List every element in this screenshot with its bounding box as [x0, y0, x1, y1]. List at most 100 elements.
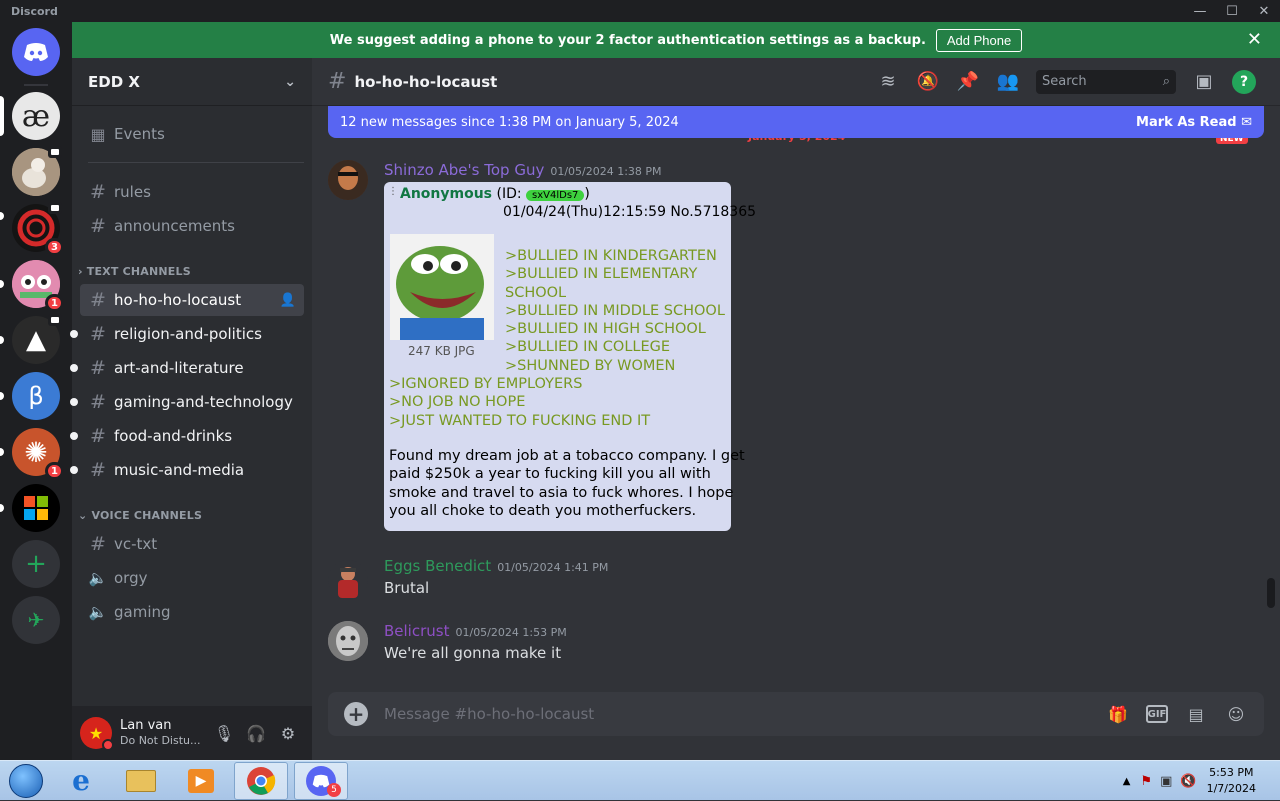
network-icon[interactable]: ▣ [1160, 774, 1172, 789]
author-name[interactable]: Shinzo Abe's Top Guy [384, 161, 544, 179]
speaker-icon: 🔈 [88, 569, 108, 587]
member-list-icon[interactable]: 👥 [996, 70, 1020, 94]
server-ae[interactable]: æ [12, 92, 60, 140]
greentext-post-image[interactable]: ⋮ Anonymous (ID: sxV4lDs7) 01/04/24(Thu)… [384, 182, 756, 531]
greentext-line: >BULLIED IN HIGH SCHOOL [505, 321, 706, 338]
microphone-icon[interactable]: 🎙 [208, 717, 240, 749]
id-label: (ID: [496, 186, 527, 202]
channel-rules[interactable]: # rules [80, 176, 304, 208]
channel-sidebar: EDD X ⌄ ▦ Events # rules # announcements ›… [70, 58, 312, 760]
mark-as-read-label: Mark As Read [1136, 114, 1237, 130]
channel-art-and-literature[interactable]: # art-and-literature [70, 352, 304, 384]
add-server-button[interactable]: + [12, 540, 60, 588]
server-beta[interactable]: β [12, 372, 60, 420]
id-close: ) [584, 186, 590, 202]
mention-badge: 1 [45, 462, 64, 480]
author-avatar[interactable] [328, 621, 368, 661]
taskbar-discord[interactable]: 5 [294, 761, 348, 800]
inbox-icon[interactable]: ▣ [1192, 70, 1216, 94]
channel-music-and-media[interactable]: # music-and-media [70, 454, 304, 486]
channel-vc-txt[interactable]: # vc-txt [80, 528, 304, 560]
voice-channels-category[interactable]: ⌄ VOICE CHANNELS [78, 509, 202, 522]
channel-announcements[interactable]: # announcements [80, 210, 304, 242]
taskbar-media-player[interactable]: ▶ [174, 762, 228, 800]
system-tray: ▲ ⚑ ▣ 🔇 5:53 PM 1/7/2024 [1123, 761, 1280, 801]
message-text: Brutal [384, 579, 430, 597]
taskbar-chrome[interactable] [234, 761, 288, 800]
gift-icon[interactable]: 🎁 [1106, 702, 1130, 726]
notification-mini-icon [48, 146, 62, 158]
help-icon[interactable]: ? [1232, 69, 1256, 94]
author-name[interactable]: Eggs Benedict [384, 557, 491, 575]
threads-icon[interactable]: ≋ [876, 70, 900, 94]
discover-button[interactable]: ✈ [12, 596, 60, 644]
channel-food-and-drinks[interactable]: # food-and-drinks [70, 420, 304, 452]
chat-scrollbar[interactable] [1267, 578, 1275, 608]
server-cat[interactable] [12, 146, 62, 196]
settings-gear-icon[interactable]: ⚙ [272, 717, 304, 749]
text-channels-category[interactable]: › TEXT CHANNELS [78, 265, 191, 278]
channel-label: religion-and-politics [114, 325, 262, 343]
hash-icon: # [90, 181, 106, 203]
clock-date: 1/7/2024 [1206, 782, 1256, 795]
anon-name: Anonymous [400, 186, 493, 202]
emoji-icon[interactable]: ☺ [1224, 702, 1248, 726]
user-status: Do Not Distu... [120, 734, 201, 747]
server-red-ring[interactable]: 3 [12, 202, 64, 256]
maximize-button[interactable]: ☐ [1216, 0, 1248, 22]
search-input[interactable]: Search ⌕ [1036, 69, 1176, 94]
server-wheel[interactable]: ✺ 1 [12, 428, 64, 480]
category-label: TEXT CHANNELS [86, 265, 191, 278]
user-name: Lan van [120, 718, 172, 733]
rail-divider [24, 84, 48, 86]
channel-ho-ho-ho-locaust[interactable]: # ho-ho-ho-locaust 👤 [80, 284, 304, 316]
mark-as-read-button[interactable]: Mark As Read ✉ [1136, 115, 1252, 130]
mention-badge: 3 [45, 238, 64, 256]
start-button[interactable] [4, 762, 48, 800]
volume-muted-icon[interactable]: 🔇 [1180, 774, 1196, 789]
user-avatar[interactable]: ★ [80, 717, 114, 751]
taskbar-ie[interactable]: e [54, 762, 108, 800]
server-mountain[interactable]: ▲ [12, 314, 62, 364]
headphones-icon[interactable]: 🎧 [240, 717, 272, 749]
events-label: Events [114, 125, 165, 143]
server-windows[interactable] [12, 484, 60, 532]
server-colorful[interactable]: 1 [12, 260, 64, 312]
channel-religion-and-politics[interactable]: # religion-and-politics [70, 318, 304, 350]
home-button[interactable] [12, 28, 60, 76]
minimize-button[interactable]: — [1184, 0, 1216, 22]
message-input[interactable]: Message #ho-ho-ho-locaust [384, 705, 1090, 723]
taskbar-explorer[interactable] [114, 762, 168, 800]
events-item[interactable]: ▦ Events [80, 118, 304, 150]
close-banner-icon[interactable]: ✕ [1247, 29, 1262, 50]
message-header: Belicrust 01/05/2024 1:53 PM [384, 622, 567, 640]
mute-bell-icon[interactable]: 🔕 [916, 70, 940, 94]
author-avatar[interactable] [328, 160, 368, 200]
search-icon: ⌕ [1162, 74, 1170, 89]
pepe-thumbnail [390, 234, 494, 340]
action-center-icon[interactable]: ⚑ [1140, 774, 1152, 789]
unread-pill [0, 392, 4, 400]
channel-gaming-and-technology[interactable]: # gaming-and-technology [70, 386, 304, 418]
tray-expand-icon[interactable]: ▲ [1123, 776, 1131, 787]
post-body-line: you all choke to death you motherfuckers… [389, 502, 697, 519]
server-header[interactable]: EDD X ⌄ [72, 58, 312, 106]
add-member-icon[interactable]: 👤 [280, 293, 296, 308]
close-window-button[interactable]: ✕ [1248, 0, 1280, 22]
voice-channel-gaming[interactable]: 🔈 gaming [80, 596, 304, 628]
clock[interactable]: 5:53 PM 1/7/2024 [1207, 765, 1256, 797]
sticker-icon[interactable]: ▤ [1184, 702, 1208, 726]
windows-logo-icon [24, 496, 48, 520]
user-info[interactable]: Lan van Do Not Distu... [120, 718, 208, 748]
gif-icon[interactable]: GIF [1146, 705, 1168, 723]
unread-dot [70, 398, 78, 406]
channel-label: ho-ho-ho-locaust [114, 291, 242, 309]
voice-channel-orgy[interactable]: 🔈 orgy [80, 562, 304, 594]
new-messages-bar[interactable]: 12 new messages since 1:38 PM on January… [328, 106, 1264, 138]
pin-icon[interactable]: 📌 [956, 70, 980, 94]
upload-plus-button[interactable]: + [344, 702, 368, 726]
author-avatar[interactable] [328, 560, 368, 600]
message-header: Eggs Benedict 01/05/2024 1:41 PM [384, 557, 608, 575]
author-name[interactable]: Belicrust [384, 622, 449, 640]
add-phone-button[interactable]: Add Phone [935, 28, 1023, 52]
